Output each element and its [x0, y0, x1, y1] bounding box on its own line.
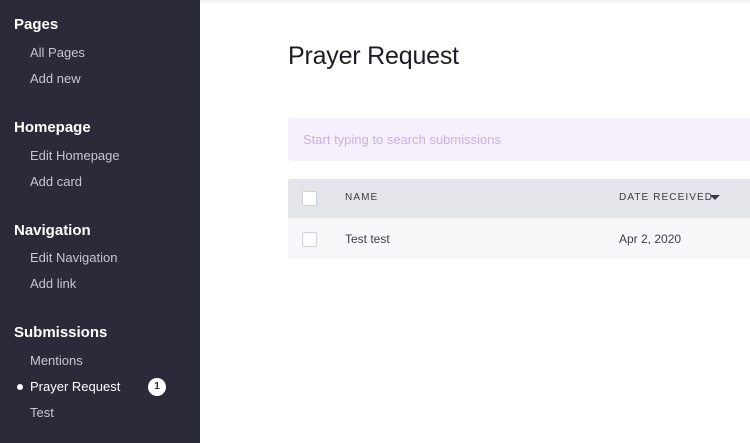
top-divider	[200, 0, 750, 3]
sidebar-heading-homepage: Homepage	[14, 119, 91, 136]
sidebar-item-test[interactable]: Test	[30, 405, 54, 420]
table-header-row: NAME DATE RECEIVED	[288, 179, 750, 218]
row-name[interactable]: Test test	[345, 232, 390, 246]
select-all-checkbox[interactable]	[302, 191, 317, 206]
sidebar-item-edit-navigation[interactable]: Edit Navigation	[30, 250, 117, 265]
sidebar: Pages All Pages Add new Homepage Edit Ho…	[0, 0, 200, 443]
sidebar-heading-navigation: Navigation	[14, 222, 91, 239]
search-input[interactable]	[288, 118, 750, 161]
sidebar-heading-pages: Pages	[14, 16, 59, 33]
sidebar-item-edit-homepage[interactable]: Edit Homepage	[30, 148, 120, 163]
sidebar-item-add-new[interactable]: Add new	[30, 71, 81, 86]
app-window: Pages All Pages Add new Homepage Edit Ho…	[0, 0, 750, 443]
main-content: Prayer Request NAME DATE RECEIVED Test t…	[200, 0, 750, 443]
sidebar-heading-submissions: Submissions	[14, 324, 108, 341]
row-date-received: Apr 2, 2020	[619, 232, 682, 246]
active-dot-icon	[17, 384, 23, 390]
row-checkbox[interactable]	[302, 232, 317, 247]
sidebar-item-all-pages[interactable]: All Pages	[30, 45, 85, 60]
table-row[interactable]: Test test Apr 2, 2020	[288, 218, 750, 258]
sort-caret-down-icon[interactable]	[710, 195, 720, 200]
sidebar-item-mentions[interactable]: Mentions	[30, 353, 83, 368]
column-header-date-received[interactable]: DATE RECEIVED	[619, 192, 713, 203]
sidebar-item-add-card[interactable]: Add card	[30, 174, 82, 189]
page-title: Prayer Request	[288, 42, 459, 70]
count-badge: 1	[148, 378, 166, 396]
column-header-name[interactable]: NAME	[345, 192, 378, 203]
sidebar-item-prayer-request[interactable]: Prayer Request	[30, 379, 120, 394]
sidebar-item-add-link[interactable]: Add link	[30, 276, 76, 291]
